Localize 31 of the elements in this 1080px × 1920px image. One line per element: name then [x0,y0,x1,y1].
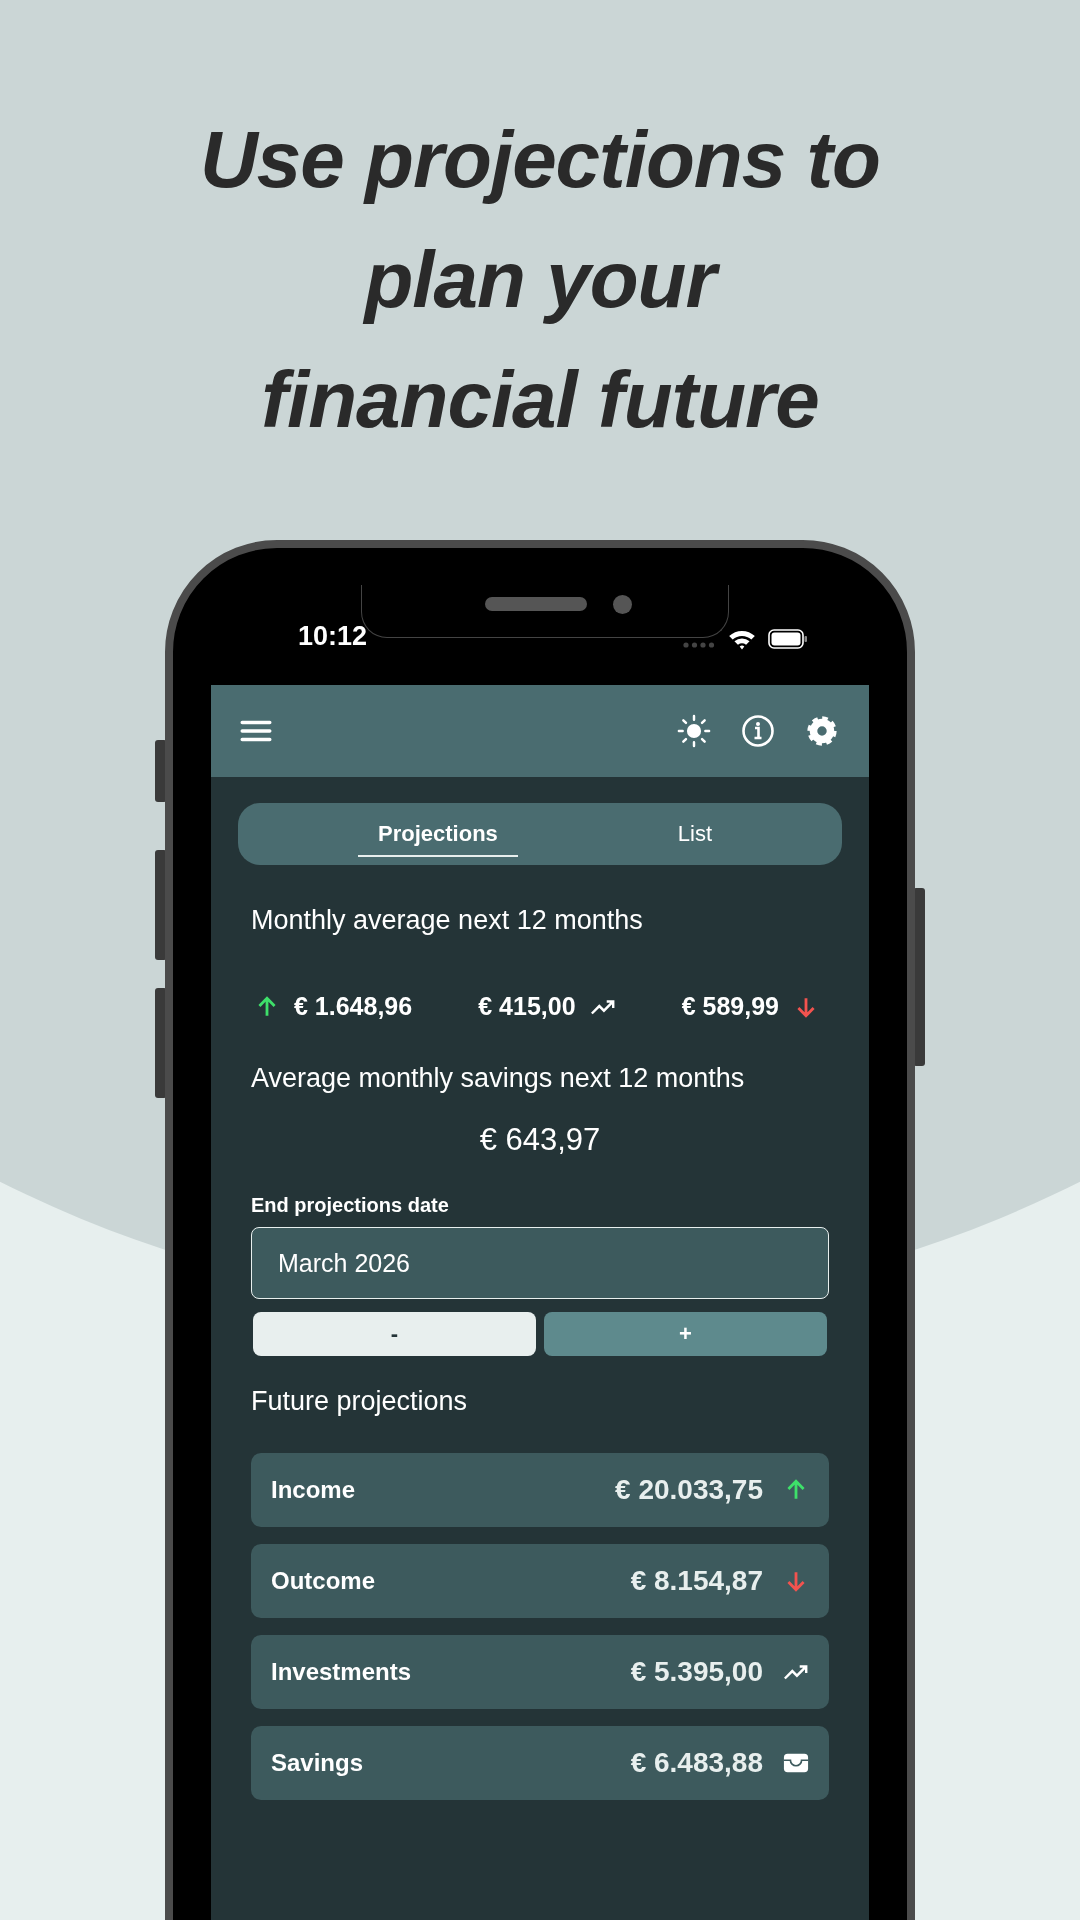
amount: € 1.648,96 [294,992,413,1021]
tab[interactable]: List [657,811,733,857]
settings-icon[interactable] [805,714,839,748]
savings-amount: € 643,97 [478,1122,602,1158]
battery-icon [768,629,808,649]
section-title: Average monthly savings next 12 months [251,1063,746,1094]
info-icon[interactable] [741,714,775,748]
wifi-icon [728,629,756,650]
amount: € 415,00 [478,992,576,1021]
field-label: End projections date [251,1194,450,1217]
card-label: Income [271,1476,357,1504]
section-title: Future projections [251,1386,469,1417]
headline: financial future [260,354,820,446]
signal-icon [683,642,715,648]
card-amount: € 5.395,00 [630,1656,763,1688]
minus-button[interactable]: - [253,1312,536,1356]
card-label: Outcome [271,1567,376,1595]
status-time: 10:12 [298,621,368,652]
amount: € 589,99 [681,992,779,1021]
section-title: Monthly average next 12 months [251,905,644,936]
date-field[interactable]: March 2026 [251,1227,829,1299]
card-amount: € 8.154,87 [630,1565,763,1597]
card-amount: € 6.483,88 [630,1747,763,1779]
tab[interactable]: Projections [358,811,518,857]
plus-button[interactable]: + [544,1312,827,1356]
card-label: Savings [271,1749,365,1777]
headline: plan your [0,220,1080,340]
card-amount: € 20.033,75 [615,1474,763,1506]
sun-icon[interactable] [677,714,711,748]
headline: Use projections to [199,114,881,206]
card-label: Investments [271,1658,413,1686]
